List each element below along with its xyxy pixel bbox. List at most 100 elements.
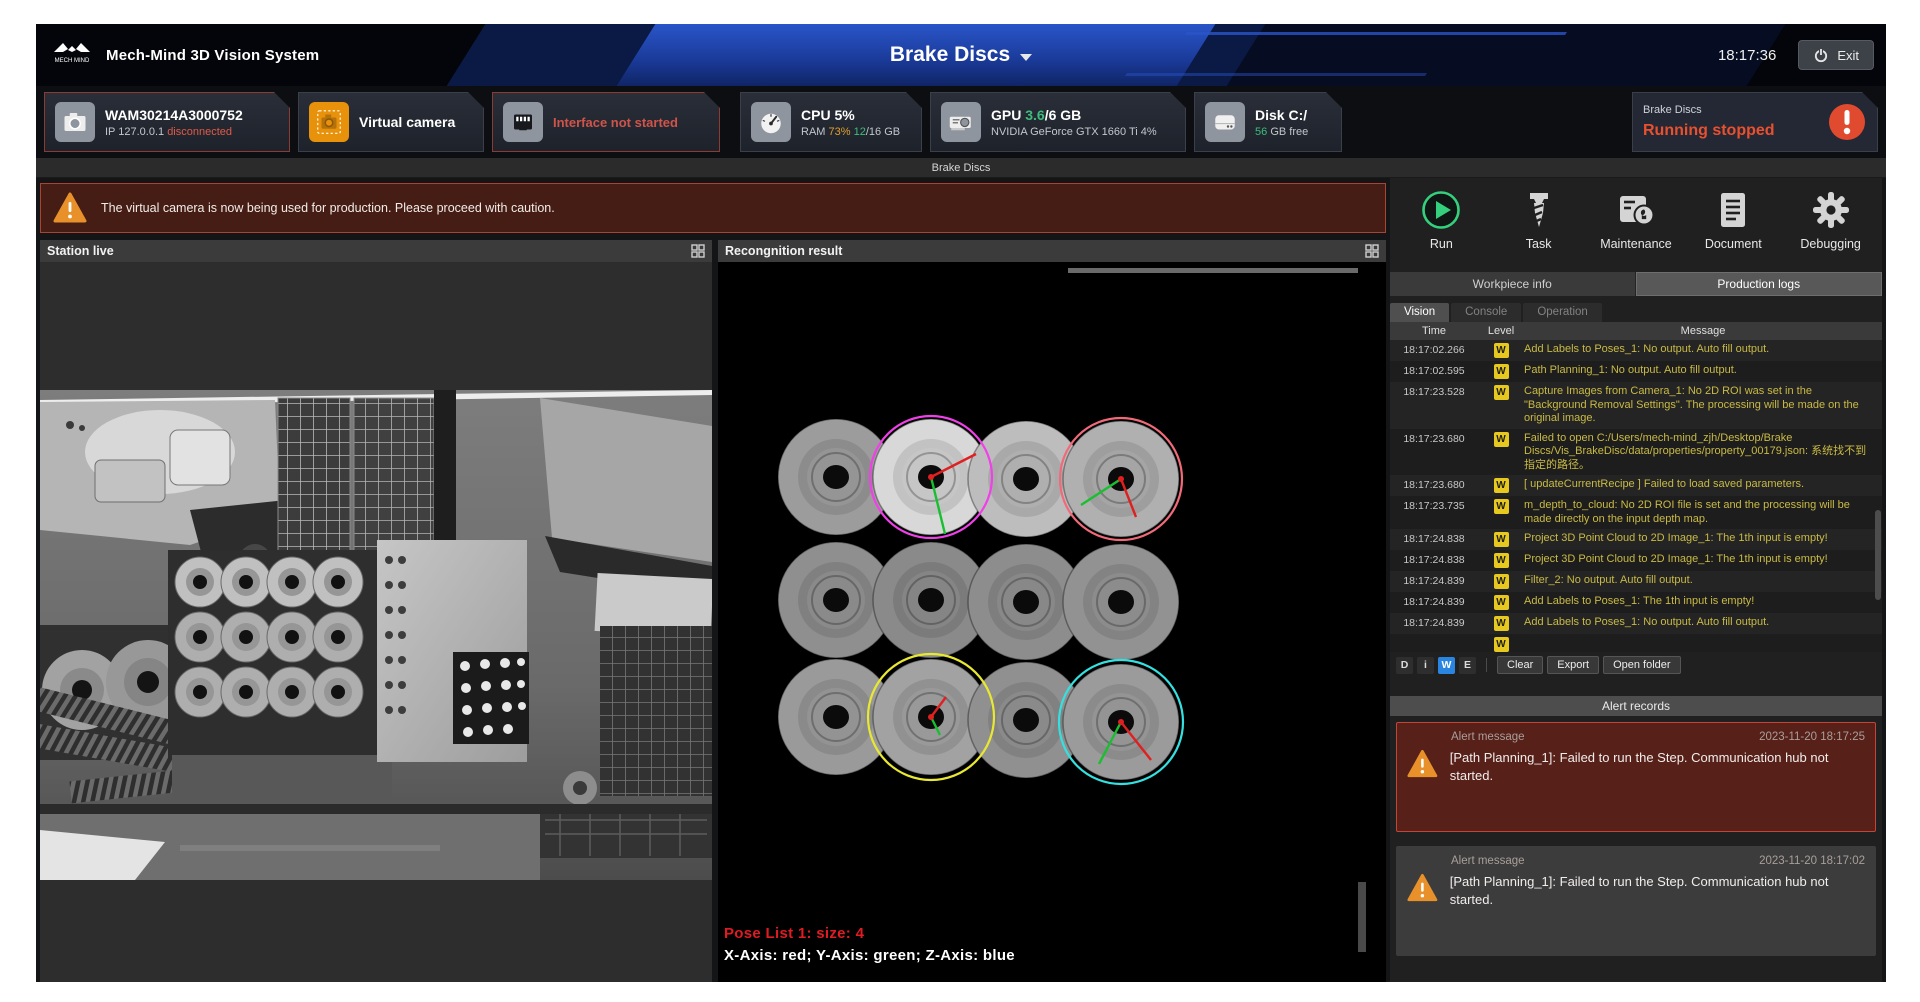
clear-button[interactable]: Clear [1497,656,1543,674]
controls-divider [1486,658,1487,672]
project-tab-bar[interactable]: Brake Discs [36,158,1886,178]
layout-grid-icon[interactable] [1365,244,1379,258]
log-message: m_depth_to_cloud: No 2D ROI file is set … [1524,499,1882,526]
subtab-console[interactable]: Console [1451,303,1521,322]
log-time: 18:17:24.839 [1390,616,1478,629]
alert-message-label: Alert message [1451,731,1525,743]
cpu-card[interactable]: CPU 5% RAM 73% 12/16 GB [740,92,922,152]
project-name: Brake Discs [1643,104,1775,116]
log-scrollbar[interactable] [1875,510,1881,600]
log-level: W [1478,574,1524,589]
alert-triangle-icon [1407,749,1438,779]
col-level: Level [1478,325,1524,337]
exit-button[interactable]: Exit [1798,40,1874,70]
log-level: W [1478,364,1524,379]
open-folder-button[interactable]: Open folder [1603,656,1680,674]
subtab-operation[interactable]: Operation [1523,303,1602,322]
log-time: 18:17:23.735 [1390,499,1478,512]
disk-icon [1205,102,1245,142]
station-live-panel: Station live [40,240,712,982]
interface-status: Interface not started [553,115,678,130]
network-interface-icon [503,102,543,142]
project-dropdown-caret-icon[interactable] [1020,54,1032,61]
log-level: W [1478,478,1524,493]
interface-status-card[interactable]: Interface not started [492,92,720,152]
log-time: 18:17:24.838 [1390,553,1478,566]
log-rows[interactable]: 18:17:02.266 W Add Labels to Poses_1: No… [1390,340,1882,652]
alert-message-text: [Path Planning_1]: Failed to run the Ste… [1450,873,1865,909]
recognition-view[interactable]: Pose List 1: size: 4 X-Axis: red; Y-Axis… [718,262,1386,982]
station-live-view[interactable] [40,262,712,982]
log-row[interactable]: 18:17:24.838 W Project 3D Point Cloud to… [1390,550,1882,571]
gpu-card[interactable]: GPU 3.6/6 GB NVIDIA GeForce GTX 1660 Ti … [930,92,1186,152]
subtab-vision[interactable]: Vision [1390,303,1449,322]
camera-status-card[interactable]: WAM30214A3000752 IP 127.0.0.1 disconnect… [44,92,290,152]
log-time: 18:17:23.528 [1390,385,1478,398]
maintenance-button[interactable]: Maintenance [1590,189,1682,251]
station-live-image [40,390,712,880]
log-level: W [1478,432,1524,447]
task-button[interactable]: Task [1493,189,1585,251]
production-logs: Vision Console Operation Time Level Mess… [1390,300,1882,678]
app-window: MECH MIND Mech-Mind 3D Vision System Bra… [36,24,1886,982]
tab-workpiece-info[interactable]: Workpiece info [1390,272,1636,296]
export-button[interactable]: Export [1547,656,1599,674]
log-row[interactable]: 18:17:23.680 W [ updateCurrentRecipe ] F… [1390,475,1882,496]
project-tab-label: Brake Discs [932,162,991,174]
power-icon [1813,47,1829,63]
alert-records-header: Alert records [1390,696,1882,716]
log-row[interactable]: 18:17:23.528 W Capture Images from Camer… [1390,382,1882,429]
col-message: Message [1524,325,1882,337]
log-row[interactable]: 18:17:23.735 W m_depth_to_cloud: No 2D R… [1390,496,1882,529]
warning-level-badge: W [1494,499,1509,514]
debugging-icon [1810,189,1852,231]
alert-record-card[interactable]: Alert message 2023-11-20 18:17:02 [Path … [1396,846,1876,956]
alert-record-card[interactable]: Alert message 2023-11-20 18:17:25 [Path … [1396,722,1876,832]
debugging-button[interactable]: Debugging [1785,189,1877,251]
warning-banner: The virtual camera is now being used for… [40,183,1386,233]
alert-triangle-icon [1407,873,1438,903]
log-time: 18:17:24.839 [1390,574,1478,587]
disk-label: Disk C:/ [1255,107,1308,123]
tab-production-logs[interactable]: Production logs [1636,272,1883,296]
disk-free: 56 GB free [1255,126,1308,138]
document-button[interactable]: Document [1687,189,1779,251]
station-live-title: Station live [47,244,114,258]
log-row[interactable]: 18:17:02.595 W Path Planning_1: No outpu… [1390,361,1882,382]
log-row[interactable]: 18:17:02.266 W Add Labels to Poses_1: No… [1390,340,1882,361]
camera-icon [55,102,95,142]
log-time: 18:17:23.680 [1390,478,1478,491]
log-message: [ updateCurrentRecipe ] Failed to load s… [1524,478,1882,492]
status-cards-row: WAM30214A3000752 IP 127.0.0.1 disconnect… [36,86,1886,158]
virtual-camera-card[interactable]: Virtual camera [298,92,484,152]
log-row[interactable]: 18:17:24.839 W Filter_2: No output. Auto… [1390,571,1882,592]
log-row[interactable]: W [1390,634,1882,652]
filter-info-button[interactable]: i [1417,657,1434,674]
log-message: Project 3D Point Cloud to 2D Image_1: Th… [1524,532,1882,546]
top-bar: MECH MIND Mech-Mind 3D Vision System Bra… [36,24,1886,86]
log-row[interactable]: 18:17:23.680 W Failed to open C:/Users/m… [1390,429,1882,476]
filter-warning-button[interactable]: W [1438,657,1455,674]
log-row[interactable]: 18:17:24.839 W Add Labels to Poses_1: Th… [1390,592,1882,613]
log-time: 18:17:23.680 [1390,432,1478,445]
log-row[interactable]: 18:17:24.839 W Add Labels to Poses_1: No… [1390,613,1882,634]
recognition-image [718,262,1386,982]
filter-error-button[interactable]: E [1459,657,1476,674]
document-icon [1712,189,1754,231]
alert-message-label: Alert message [1451,855,1525,867]
layout-grid-icon[interactable] [691,244,705,258]
disk-card[interactable]: Disk C:/ 56 GB free [1194,92,1342,152]
run-button[interactable]: Run [1395,189,1487,251]
info-tabs: Workpiece info Production logs [1390,272,1882,296]
log-row[interactable]: 18:17:24.838 W Project 3D Point Cloud to… [1390,529,1882,550]
filter-debug-button[interactable]: D [1396,657,1413,674]
log-message: Path Planning_1: No output. Auto fill ou… [1524,364,1882,378]
project-run-status[interactable]: Brake Discs Running stopped [1632,92,1878,152]
log-time: 18:17:02.595 [1390,364,1478,377]
warning-level-badge: W [1494,343,1509,358]
ram-usage: RAM 73% 12/16 GB [801,126,900,138]
brake-disc [1063,544,1179,660]
warning-level-badge: W [1494,385,1509,400]
log-message: Filter_2: No output. Auto fill output. [1524,574,1882,588]
exit-label: Exit [1837,48,1859,63]
